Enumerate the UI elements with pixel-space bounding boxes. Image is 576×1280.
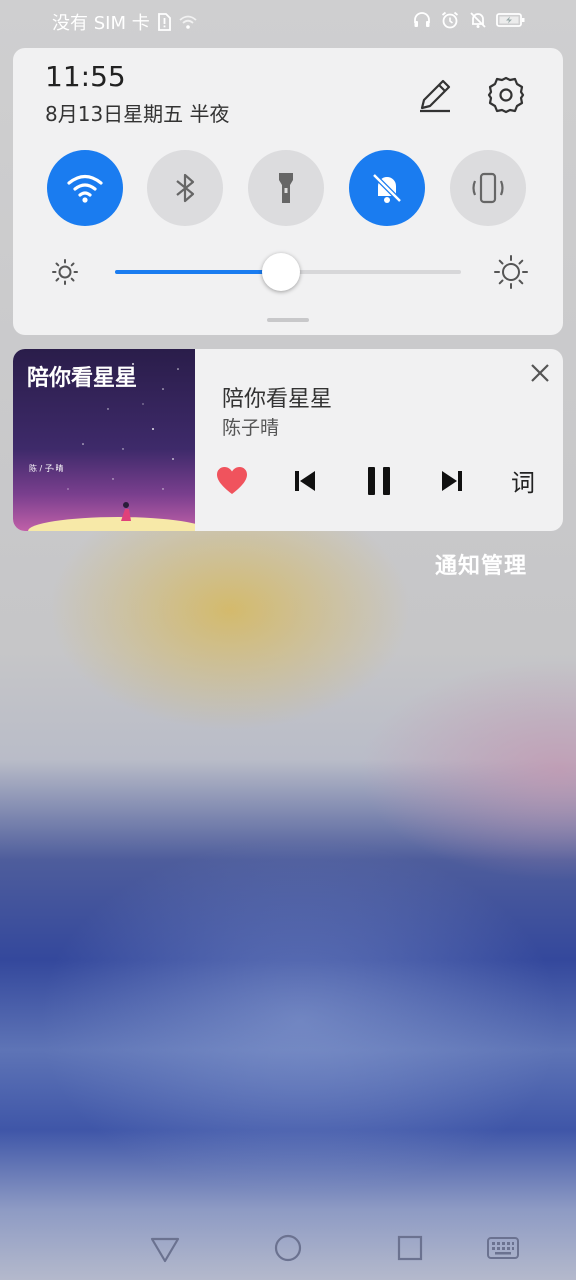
status-left: 没有 SIM 卡 <box>52 9 198 35</box>
toggle-wifi[interactable] <box>47 150 123 226</box>
status-right <box>412 10 526 30</box>
flashlight-icon <box>279 173 293 203</box>
status-bar: 没有 SIM 卡 <box>0 0 576 44</box>
wifi-icon <box>67 174 103 203</box>
brightness-slider-thumb[interactable] <box>262 253 301 291</box>
next-button[interactable] <box>432 461 472 501</box>
battery-charging-icon <box>496 13 525 27</box>
toggle-bluetooth[interactable] <box>147 150 223 226</box>
song-artist: 陈子晴 <box>222 417 280 439</box>
heart-icon <box>217 467 247 494</box>
notification-manage-link[interactable]: 通知管理 <box>435 548 527 580</box>
alarm-icon <box>441 11 459 29</box>
back-icon[interactable] <box>148 1231 182 1265</box>
navigation-bar <box>0 1215 576 1280</box>
pause-button[interactable] <box>359 461 399 501</box>
toggle-vibrate[interactable] <box>450 150 526 226</box>
skip-next-icon <box>442 471 462 491</box>
brightness-slider-fill <box>115 270 282 274</box>
album-art-title-top: 陪你看星星 <box>27 365 137 391</box>
vibrate-icon <box>472 172 504 204</box>
bell-off-icon <box>372 173 402 203</box>
brightness-slider[interactable] <box>115 253 461 291</box>
clock-date[interactable]: 8月13日星期五 半夜 <box>45 98 230 127</box>
panel-drag-handle[interactable] <box>267 318 309 322</box>
brightness-low-icon <box>52 259 78 285</box>
close-icon[interactable] <box>527 360 553 386</box>
headphone-icon <box>414 12 430 27</box>
home-icon[interactable] <box>271 1231 305 1265</box>
wifi-icon <box>179 15 197 29</box>
carrier-text: 没有 SIM 卡 <box>52 13 150 34</box>
keyboard-icon[interactable] <box>486 1231 520 1265</box>
brightness-high-icon <box>494 255 528 289</box>
lyrics-button[interactable]: 词 <box>511 463 535 498</box>
quick-settings-panel: 11:55 8月13日星期五 半夜 <box>13 48 563 335</box>
toggle-mute[interactable] <box>349 150 425 226</box>
pause-icon <box>368 467 390 495</box>
bluetooth-icon <box>176 173 195 203</box>
recents-icon[interactable] <box>393 1231 427 1265</box>
clock-time[interactable]: 11:55 <box>45 60 126 93</box>
skip-previous-icon <box>295 471 315 491</box>
sim-alert-icon <box>157 13 171 31</box>
favorite-button[interactable] <box>212 461 252 501</box>
bell-off-icon <box>470 12 486 28</box>
media-notification-card[interactable]: 陪你看星星 陈 / 子 晴 陪你看星星 陈子晴 词 <box>13 349 563 531</box>
edit-icon[interactable] <box>416 76 454 114</box>
toggle-flashlight[interactable] <box>248 150 324 226</box>
album-art: 陪你看星星 陈 / 子 晴 <box>13 349 195 531</box>
album-art-artist: 陈 / 子 晴 <box>29 463 63 473</box>
gear-icon[interactable] <box>485 74 527 116</box>
previous-button[interactable] <box>285 461 325 501</box>
album-art-image: 陪你看星星 陈 / 子 晴 <box>13 349 195 531</box>
song-title: 陪你看星星 <box>222 387 333 412</box>
